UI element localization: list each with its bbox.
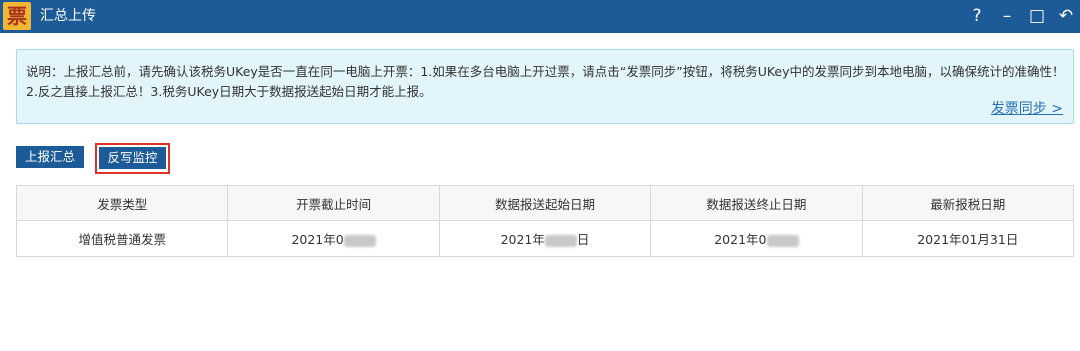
column-header: 数据报送终止日期: [650, 185, 863, 221]
column-header: 发票类型: [15, 185, 229, 221]
column-header: 数据报送起始日期: [438, 185, 652, 221]
redacted-value: [544, 234, 577, 247]
table-header-row: 发票类型 开票截止时间 数据报送起始日期 数据报送终止日期 最新报税日期: [15, 185, 1075, 221]
end-date-text: 2021年0: [714, 232, 767, 247]
help-icon[interactable]: ?: [964, 0, 990, 33]
title-bar: 票 汇总上传 ? – □ ↶: [0, 0, 1080, 33]
report-summary-button[interactable]: 上报汇总: [16, 146, 84, 168]
invoice-sync-link[interactable]: 发票同步 >: [991, 98, 1063, 118]
maximize-icon[interactable]: □: [1024, 0, 1050, 33]
invoice-type-cell: 增值税普通发票: [15, 220, 229, 257]
invoice-logo-icon: 票: [3, 2, 31, 30]
notice-text: 说明：上报汇总前，请先确认该税务UKey是否一直在同一电脑上开票：1.如果在多台…: [26, 64, 1065, 99]
column-header: 开票截止时间: [227, 185, 440, 221]
latest-tax-date-cell: 2021年01月31日: [861, 220, 1075, 257]
deadline-cell: 2021年0: [227, 220, 440, 257]
table-row[interactable]: 增值税普通发票 2021年0 2021年 日 2021年0 2021年01月31日: [15, 220, 1075, 257]
deadline-text: 2021年0: [291, 232, 344, 247]
column-header: 最新报税日期: [861, 185, 1075, 221]
back-icon[interactable]: ↶: [1053, 0, 1079, 33]
end-date-cell: 2021年0: [650, 220, 863, 257]
reverse-monitor-button[interactable]: 反写监控: [99, 147, 166, 169]
redacted-value: [766, 234, 799, 247]
start-date-text: 2021年: [500, 232, 545, 247]
window-title: 汇总上传: [40, 8, 96, 24]
notice-box: 说明：上报汇总前，请先确认该税务UKey是否一直在同一电脑上开票：1.如果在多台…: [16, 49, 1074, 124]
summary-table: 发票类型 开票截止时间 数据报送起始日期 数据报送终止日期 最新报税日期 增值税…: [15, 185, 1075, 257]
minimize-icon[interactable]: –: [994, 0, 1020, 33]
redacted-value: [343, 234, 376, 247]
start-date-suffix: 日: [576, 232, 590, 247]
start-date-cell: 2021年 日: [438, 220, 652, 257]
